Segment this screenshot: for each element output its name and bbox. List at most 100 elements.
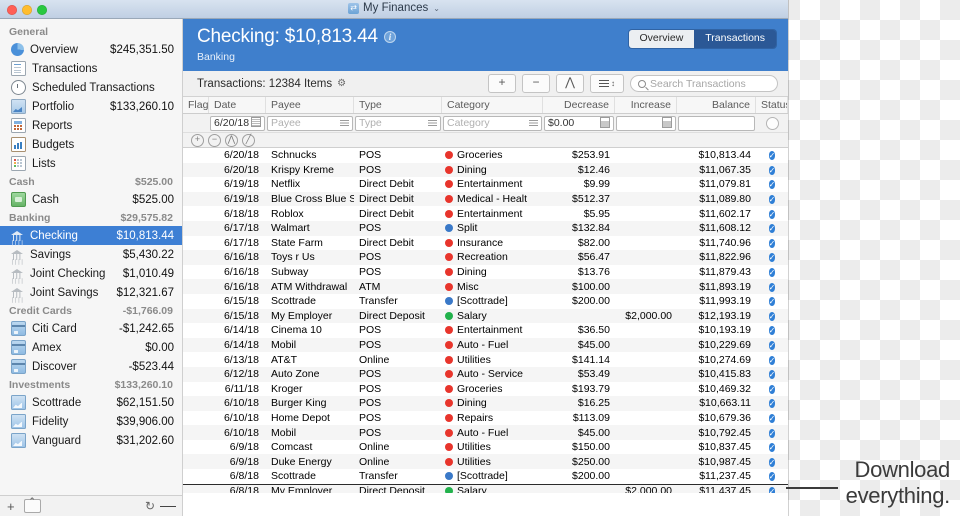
sidebar-item-joint-savings[interactable]: Joint Savings $12,321.67 bbox=[0, 283, 182, 302]
table-row[interactable]: 6/17/18 Walmart POS Split $132.84 $11,608.12 ✓ bbox=[183, 220, 788, 236]
table-row[interactable]: 6/15/18 Scottrade Transfer [Scottrade] $200.… bbox=[183, 294, 788, 309]
status-check-icon[interactable]: ✓ bbox=[768, 472, 776, 482]
balance-field[interactable] bbox=[678, 115, 755, 131]
sidebar-item-budgets[interactable]: Budgets bbox=[0, 135, 182, 154]
column-header-category[interactable]: Category bbox=[442, 97, 543, 113]
sidebar-item-scheduled-transactions[interactable]: Scheduled Transactions bbox=[0, 78, 182, 97]
sidebar-item-savings[interactable]: Savings $5,430.22 bbox=[0, 245, 182, 264]
empty-circle-icon[interactable] bbox=[765, 116, 779, 130]
table-row[interactable]: 6/8/18 Scottrade Transfer [Scottrade] $200.0… bbox=[183, 469, 788, 484]
table-row[interactable]: 6/8/18 My Employer Direct Deposit Salary $2,… bbox=[183, 483, 788, 493]
table-row[interactable]: 6/10/18 Burger King POS Dining $16.25 $10,663… bbox=[183, 396, 788, 411]
sidebar-item-cash[interactable]: Cash $525.00 bbox=[0, 190, 182, 209]
sidebar-item-overview[interactable]: Overview $245,351.50 bbox=[0, 40, 182, 59]
list-view-icon[interactable]: ↕ bbox=[590, 74, 624, 93]
status-check-icon[interactable]: ✓ bbox=[768, 180, 776, 190]
status-check-icon[interactable]: ✓ bbox=[768, 428, 776, 438]
status-check-icon[interactable]: ✓ bbox=[768, 326, 776, 336]
sidebar-item-reports[interactable]: Reports bbox=[0, 116, 182, 135]
table-row[interactable]: 6/19/18 Netflix Direct Debit Entertainment $… bbox=[183, 177, 788, 192]
table-row[interactable]: 6/9/18 Duke Energy Online Utilities $250.00 $… bbox=[183, 454, 788, 470]
column-header-date[interactable]: Date bbox=[209, 97, 266, 113]
status-check-icon[interactable]: ✓ bbox=[768, 443, 776, 453]
remove-icon[interactable]: − bbox=[208, 133, 221, 147]
status-check-icon[interactable]: ✓ bbox=[768, 268, 776, 278]
table-row[interactable]: 6/18/18 Roblox Direct Debit Entertainment $5… bbox=[183, 206, 788, 221]
table-row[interactable]: 6/16/18 ATM Withdrawal ATM Misc $100.00 $11,8… bbox=[183, 279, 788, 294]
sidebar-item-amex[interactable]: Amex $0.00 bbox=[0, 338, 182, 357]
status-check-icon[interactable]: ✓ bbox=[768, 253, 776, 263]
tab-transactions[interactable]: Transactions bbox=[694, 30, 776, 48]
status-check-icon[interactable]: ✓ bbox=[768, 195, 776, 205]
table-row[interactable]: 6/15/18 My Employer Direct Deposit Salary $2… bbox=[183, 308, 788, 324]
status-check-icon[interactable]: ✓ bbox=[768, 486, 776, 493]
status-check-icon[interactable]: ✓ bbox=[768, 297, 776, 307]
status-check-icon[interactable]: ✓ bbox=[768, 384, 776, 394]
column-header-increase[interactable]: Increase bbox=[615, 97, 677, 113]
category-field[interactable]: Category bbox=[443, 115, 542, 131]
chevron-down-icon[interactable]: ⌄ bbox=[433, 4, 440, 13]
table-row[interactable]: 6/16/18 Toys r Us POS Recreation $56.47 $11,8… bbox=[183, 250, 788, 265]
table-row[interactable]: 6/10/18 Home Depot POS Repairs $113.09 $10,67… bbox=[183, 411, 788, 426]
status-check-icon[interactable]: ✓ bbox=[768, 457, 776, 467]
action-box-icon[interactable] bbox=[23, 496, 41, 513]
status-check-icon[interactable]: ✓ bbox=[768, 311, 776, 321]
sidebar-item-checking[interactable]: Checking $10,813.44 bbox=[0, 226, 182, 245]
add-icon[interactable]: + bbox=[191, 133, 204, 147]
sidebar-item-lists[interactable]: Lists bbox=[0, 154, 182, 173]
add-transaction-button[interactable]: + bbox=[488, 74, 516, 93]
split-icon[interactable]: ⋀ bbox=[225, 133, 238, 147]
table-row[interactable]: 6/9/18 Comcast Online Utilities $150.00 $10,8… bbox=[183, 440, 788, 455]
remove-transaction-button[interactable]: − bbox=[522, 74, 550, 93]
sidebar-item-transactions[interactable]: Transactions bbox=[0, 59, 182, 78]
info-icon[interactable]: i bbox=[383, 31, 396, 43]
refresh-icon[interactable]: ↻ bbox=[145, 499, 155, 513]
table-row[interactable]: 6/20/18 Schnucks POS Groceries $253.91 $10,81… bbox=[183, 148, 788, 163]
table-row[interactable]: 6/10/18 Mobil POS Auto - Fuel $45.00 $10,792.… bbox=[183, 425, 788, 440]
column-header-payee[interactable]: Payee bbox=[266, 97, 354, 113]
status-check-icon[interactable]: ✓ bbox=[768, 282, 776, 292]
status-check-icon[interactable]: ✓ bbox=[768, 399, 776, 409]
sidebar-item-discover[interactable]: Discover -$523.44 bbox=[0, 357, 182, 376]
table-row[interactable]: 6/20/18 Krispy Kreme POS Dining $12.46 $11,06… bbox=[183, 162, 788, 178]
table-row[interactable]: 6/11/18 Kroger POS Groceries $193.79 $10,469.… bbox=[183, 382, 788, 397]
status-check-icon[interactable]: ✓ bbox=[768, 151, 776, 161]
sidebar-item-scottrade[interactable]: Scottrade $62,151.50 bbox=[0, 393, 182, 412]
table-row[interactable]: 6/14/18 Mobil POS Auto - Fuel $45.00 $10,229.… bbox=[183, 337, 788, 353]
sidebar-item-vanguard[interactable]: Vanguard $31,202.60 bbox=[0, 431, 182, 450]
increase-field[interactable] bbox=[616, 115, 676, 131]
status-check-icon[interactable]: ✓ bbox=[768, 224, 776, 234]
gear-icon[interactable]: ⚙ bbox=[337, 78, 346, 89]
table-row[interactable]: 6/16/18 Subway POS Dining $13.76 $11,879.43 ✓ bbox=[183, 265, 788, 280]
status-check-icon[interactable]: ✓ bbox=[768, 209, 776, 219]
attach-icon[interactable]: ╱ bbox=[242, 133, 255, 147]
table-row[interactable]: 6/17/18 State Farm Direct Debit Insurance $8… bbox=[183, 236, 788, 251]
table-row[interactable]: 6/12/18 Auto Zone POS Auto - Service $53.49 $… bbox=[183, 366, 788, 382]
sidebar-item-portfolio[interactable]: Portfolio $133,260.10 bbox=[0, 97, 182, 116]
type-field[interactable]: Type bbox=[355, 115, 441, 131]
decrease-field[interactable]: $0.00 bbox=[544, 115, 614, 131]
tab-overview[interactable]: Overview bbox=[628, 30, 695, 48]
status-check-icon[interactable]: ✓ bbox=[768, 165, 776, 175]
table-row[interactable]: 6/14/18 Cinema 10 POS Entertainment $36.50 $1… bbox=[183, 323, 788, 338]
column-header-flag[interactable]: Flag bbox=[183, 97, 209, 113]
status-check-icon[interactable]: ✓ bbox=[768, 238, 776, 248]
column-header-type[interactable]: Type bbox=[354, 97, 442, 113]
add-account-button[interactable]: + bbox=[7, 500, 15, 513]
search-input[interactable]: Search Transactions bbox=[630, 75, 778, 92]
status-check-icon[interactable]: ✓ bbox=[768, 355, 776, 365]
column-header-balance[interactable]: Balance bbox=[677, 97, 756, 113]
split-icon[interactable]: ⋀ bbox=[556, 74, 584, 93]
table-row[interactable]: 6/13/18 AT&T Online Utilities $141.14 $10,274… bbox=[183, 352, 788, 367]
sidebar-item-fidelity[interactable]: Fidelity $39,906.00 bbox=[0, 412, 182, 431]
status-check-icon[interactable]: ✓ bbox=[768, 413, 776, 423]
column-header-decrease[interactable]: Decrease bbox=[543, 97, 615, 113]
status-check-icon[interactable]: ✓ bbox=[768, 341, 776, 351]
sidebar-item-citi-card[interactable]: Citi Card -$1,242.65 bbox=[0, 319, 182, 338]
table-row[interactable]: 6/19/18 Blue Cross Blue Shi Direct Debit Me… bbox=[183, 191, 788, 207]
date-field[interactable]: 6/20/18 bbox=[210, 115, 265, 131]
sidebar-item-joint-checking[interactable]: Joint Checking $1,010.49 bbox=[0, 264, 182, 283]
status-check-icon[interactable]: ✓ bbox=[768, 370, 776, 380]
payee-field[interactable]: Payee bbox=[267, 115, 353, 131]
column-header-status[interactable]: Status bbox=[756, 97, 788, 113]
